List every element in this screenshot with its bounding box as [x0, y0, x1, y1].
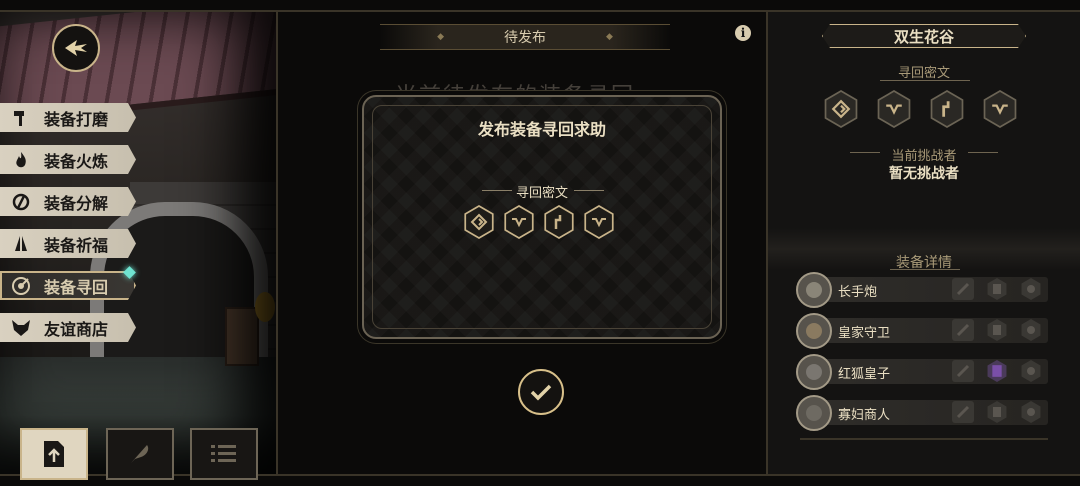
- publish-tab-button[interactable]: [20, 428, 88, 480]
- weapon-slot-icon[interactable]: [952, 401, 974, 423]
- hero-name: 皇家守卫: [838, 326, 891, 341]
- cipher-label: 寻回密文: [515, 186, 568, 201]
- menu-item-dismantle[interactable]: 装备分解: [0, 187, 136, 216]
- menu-item-label: 友谊商店: [44, 319, 109, 339]
- hero-row[interactable]: 长手炮: [796, 272, 1048, 308]
- diamond-ornament-icon: ◆: [606, 32, 613, 42]
- feather-tab-button[interactable]: [106, 428, 174, 480]
- panel-bottom-line: [800, 438, 1048, 440]
- menu-item-label: 装备火炼: [44, 151, 109, 171]
- hero-row[interactable]: 红狐皇子: [796, 354, 1048, 390]
- diamond-ornament-icon: ◆: [437, 32, 444, 42]
- flame-icon: [10, 149, 32, 171]
- menu-item-label: 装备祈福: [44, 235, 109, 255]
- publish-dialog: 发布装备寻回求助 寻回密文: [362, 95, 722, 339]
- menu-item-forge[interactable]: 装备火炼: [0, 145, 136, 174]
- menu-item-shop[interactable]: 友谊商店: [0, 313, 136, 342]
- hero-name: 红狐皇子: [838, 367, 891, 382]
- menu-item-polish[interactable]: 装备打磨: [0, 103, 136, 132]
- hero-avatar: [796, 272, 832, 308]
- feather-icon: [131, 445, 149, 463]
- panel-cipher-label: 寻回密文: [897, 66, 950, 81]
- list-tab-button[interactable]: [190, 428, 258, 480]
- scene-divider: [276, 12, 278, 474]
- panel-divider: [880, 80, 970, 81]
- upload-document-icon: [44, 441, 64, 467]
- menu-item-label: 装备寻回: [44, 277, 109, 297]
- back-button[interactable]: [52, 24, 100, 72]
- break-icon: [10, 191, 32, 213]
- hero-avatar: [796, 354, 832, 390]
- divider-right: [574, 190, 604, 191]
- hero-row[interactable]: 皇家守卫: [796, 313, 1048, 349]
- hero-name: 寡妇商人: [838, 408, 891, 423]
- menu-item-label: 装备分解: [44, 193, 109, 213]
- info-icon[interactable]: i: [735, 25, 751, 41]
- dialog-title: 发布装备寻回求助: [477, 120, 606, 139]
- hero-avatar: [796, 313, 832, 349]
- menu-item-label: 装备打磨: [44, 109, 109, 129]
- list-icon: [211, 445, 236, 462]
- hero-avatar: [796, 395, 832, 431]
- weapon-slot-icon[interactable]: [952, 278, 974, 300]
- detail-divider: [890, 269, 960, 270]
- challenger-value: 暂无挑战者: [889, 166, 959, 182]
- tab-pending[interactable]: ◆ 待发布 ◆: [380, 24, 670, 50]
- menu-item-bless[interactable]: 装备祈福: [0, 229, 136, 258]
- hammer-icon: [10, 107, 32, 129]
- confirm-button[interactable]: [518, 369, 564, 415]
- checkmark-icon: [530, 384, 552, 401]
- pray-hands-icon: [10, 233, 32, 255]
- challenger-label: 当前挑战者: [891, 149, 957, 164]
- back-arrow-icon: [65, 40, 87, 56]
- stage-title: 双生花谷: [822, 24, 1026, 48]
- weapon-slot-icon[interactable]: [952, 360, 974, 382]
- tab-label: 待发布: [504, 30, 546, 46]
- hero-name: 长手炮: [838, 285, 878, 300]
- challenger-divider-right: [968, 152, 998, 153]
- hero-row[interactable]: 寡妇商人: [796, 395, 1048, 431]
- fox-icon: [10, 317, 32, 339]
- target-icon: [10, 275, 32, 297]
- weapon-slot-icon[interactable]: [952, 319, 974, 341]
- menu-item-retrieve[interactable]: 装备寻回: [0, 271, 136, 300]
